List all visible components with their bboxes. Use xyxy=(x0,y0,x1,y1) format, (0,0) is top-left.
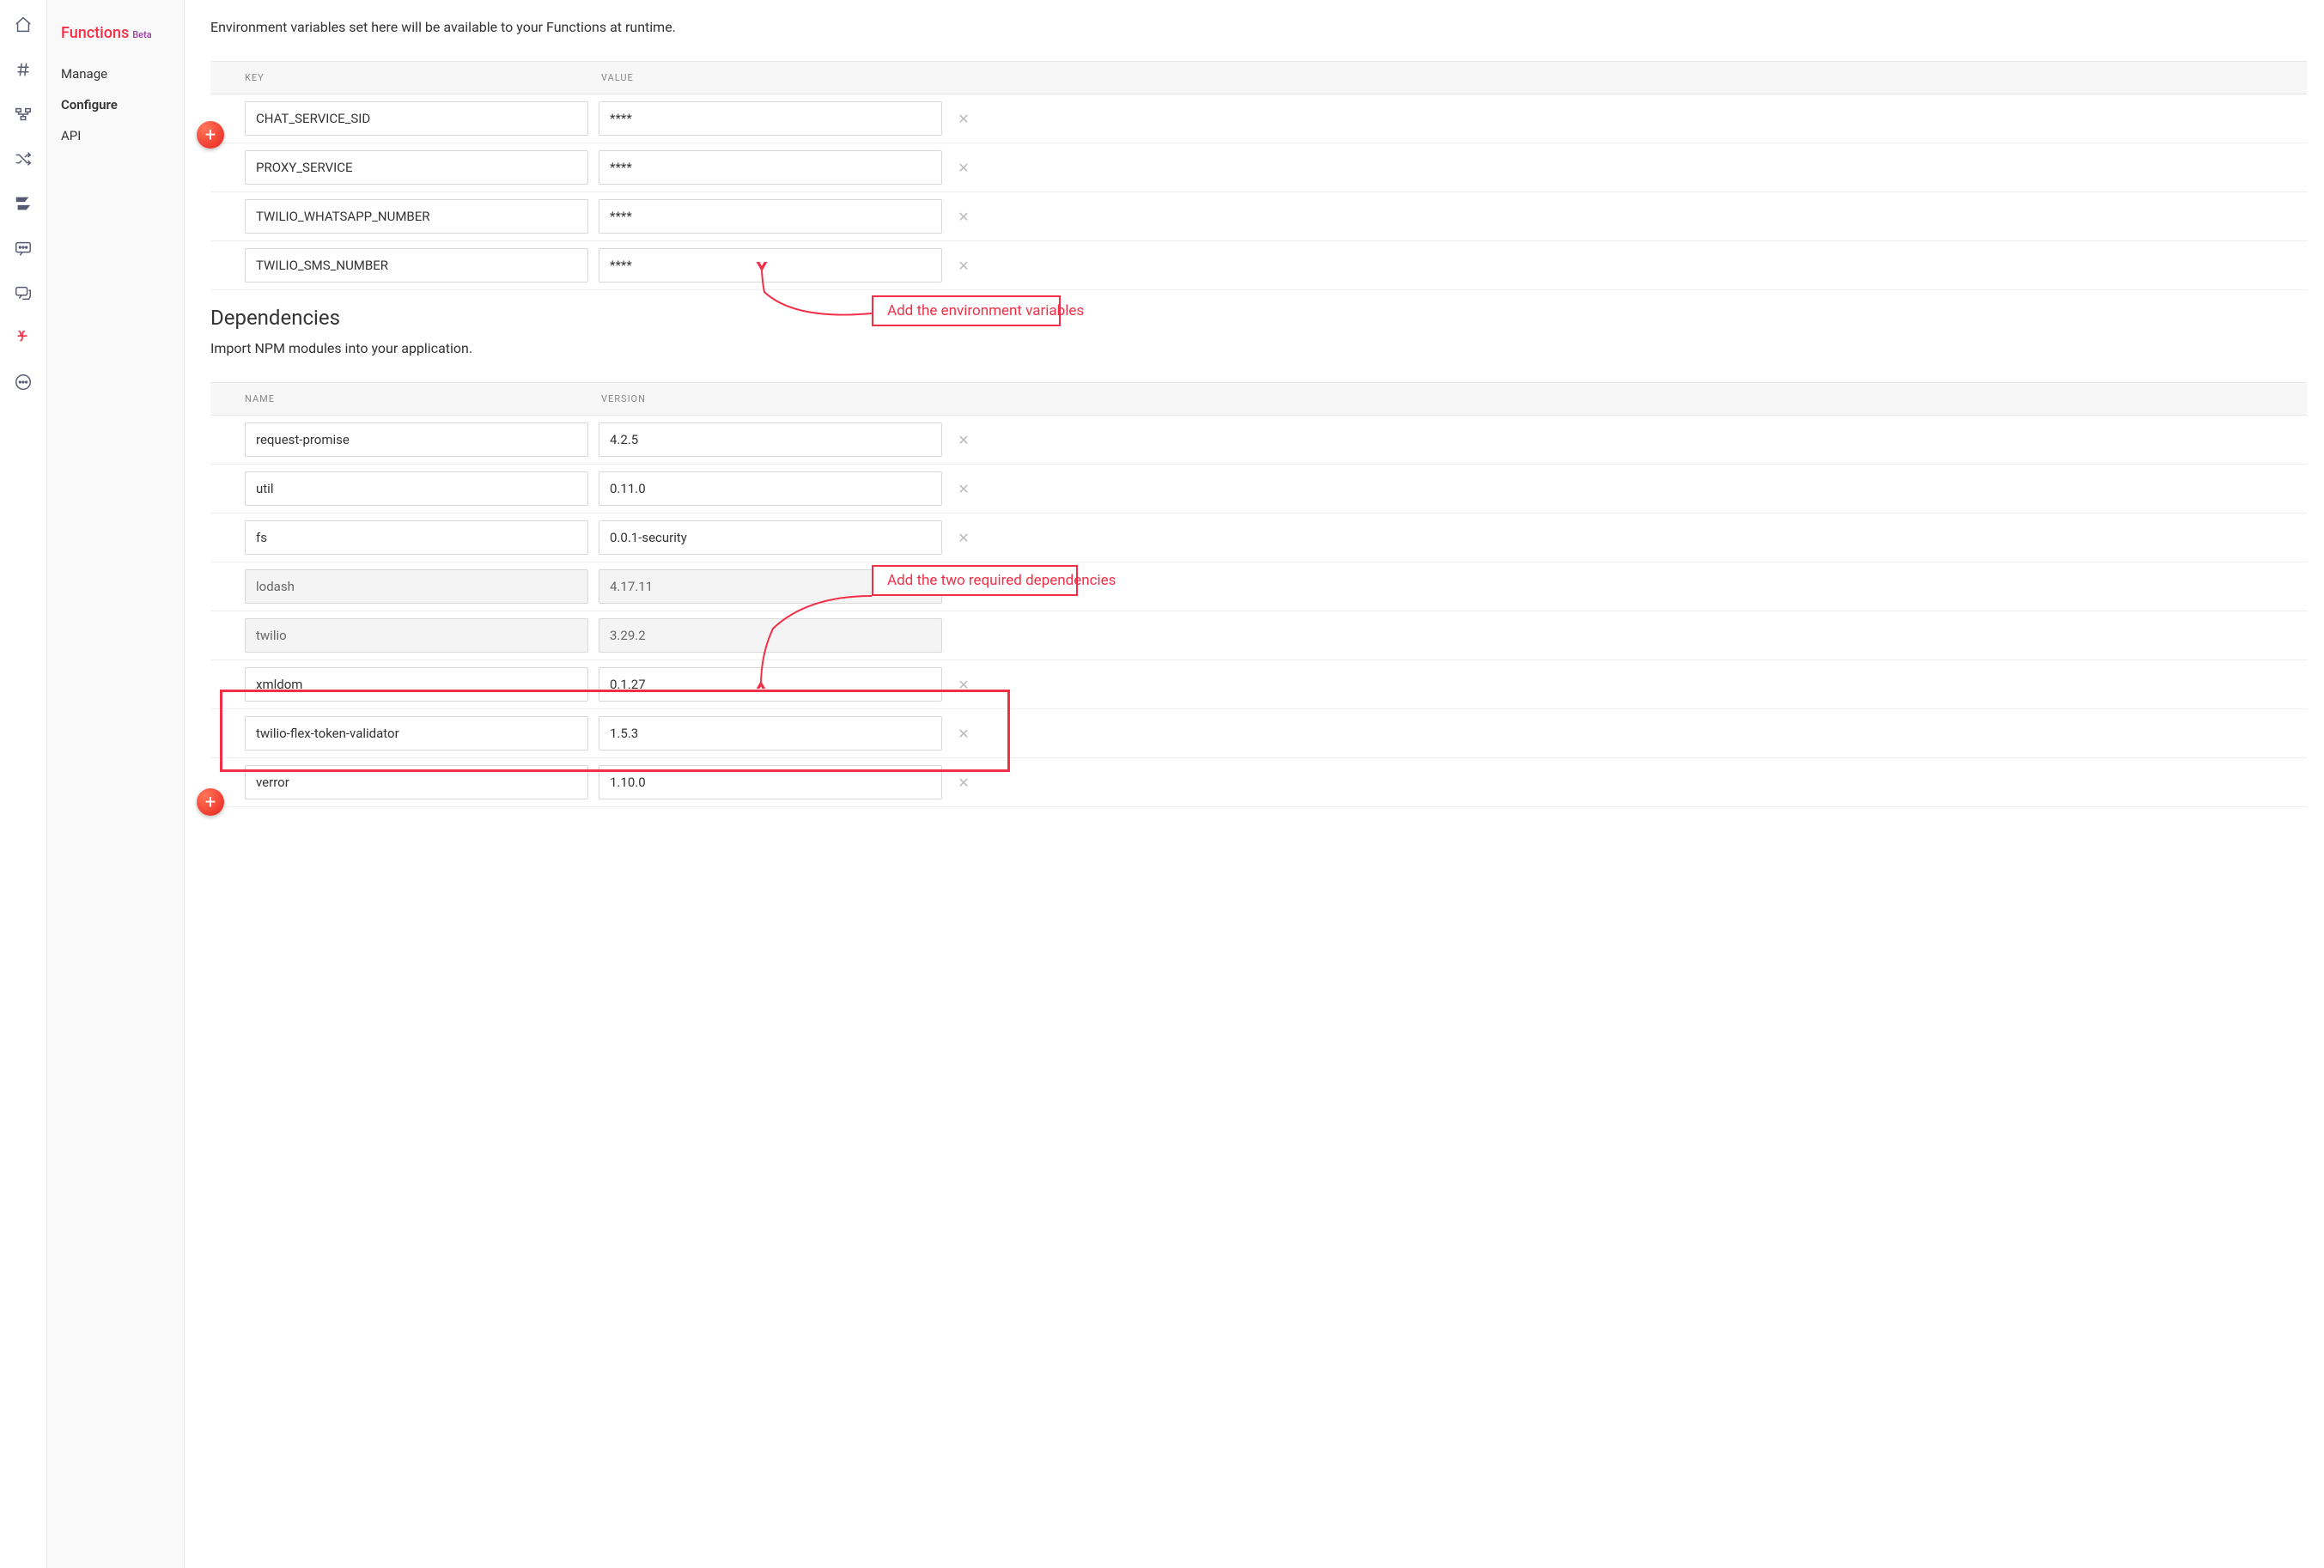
dep-name-input[interactable] xyxy=(245,667,588,702)
env-value-input[interactable] xyxy=(599,101,942,136)
deps-header-version: VERSION xyxy=(601,393,646,404)
env-table-header: KEY VALUE xyxy=(210,61,2307,94)
delete-dep-button[interactable]: ✕ xyxy=(952,481,975,497)
deps-table-header: NAME VERSION xyxy=(210,382,2307,416)
dep-version-input[interactable] xyxy=(599,716,942,751)
functions-icon[interactable] xyxy=(14,328,33,347)
dep-name-input[interactable] xyxy=(245,422,588,457)
delete-dep-button[interactable]: ✕ xyxy=(952,775,975,791)
env-key-input[interactable] xyxy=(245,150,588,185)
icon-sidebar xyxy=(0,0,47,1568)
dep-name-input[interactable] xyxy=(245,716,588,751)
dep-row: ✕ xyxy=(210,465,2307,514)
delete-dep-button[interactable]: ✕ xyxy=(952,432,975,448)
sidebar-beta-badge: Beta xyxy=(132,29,151,40)
env-key-input[interactable] xyxy=(245,101,588,136)
annotation-deps: Add the two required dependencies xyxy=(872,565,1078,596)
env-row: ✕ xyxy=(210,241,2307,290)
dep-row: ✕ xyxy=(210,611,2307,660)
env-value-input[interactable] xyxy=(599,199,942,234)
env-table: + KEY VALUE ✕✕✕✕ xyxy=(210,61,2307,290)
flex-icon[interactable] xyxy=(14,194,33,213)
sidebar-item-configure[interactable]: Configure xyxy=(61,97,184,112)
delete-env-button[interactable]: ✕ xyxy=(952,111,975,127)
dep-name-input xyxy=(245,618,588,653)
deps-title: Dependencies xyxy=(210,306,2307,330)
env-value-input[interactable] xyxy=(599,248,942,283)
conversation-icon[interactable] xyxy=(14,283,33,302)
dep-version-input xyxy=(599,618,942,653)
env-row: ✕ xyxy=(210,143,2307,192)
env-key-input[interactable] xyxy=(245,248,588,283)
delete-env-button[interactable]: ✕ xyxy=(952,160,975,176)
env-key-input[interactable] xyxy=(245,199,588,234)
delete-dep-button[interactable]: ✕ xyxy=(952,530,975,546)
dep-name-input xyxy=(245,569,588,604)
delete-env-button[interactable]: ✕ xyxy=(952,209,975,225)
annotation-env: Add the environment variables xyxy=(872,295,1061,326)
dep-row: ✕ xyxy=(210,514,2307,562)
dep-version-input[interactable] xyxy=(599,471,942,506)
sidebar-title: Functions Beta xyxy=(61,24,184,42)
shuffle-icon[interactable] xyxy=(14,149,33,168)
dep-version-input[interactable] xyxy=(599,520,942,555)
deps-table: + NAME VERSION ✕✕✕✕✕✕✕✕ xyxy=(210,382,2307,807)
dep-row: ✕ xyxy=(210,416,2307,465)
delete-dep-button[interactable]: ✕ xyxy=(952,677,975,693)
dep-row: ✕ xyxy=(210,660,2307,709)
chat-icon[interactable] xyxy=(14,239,33,258)
sidebar-item-api[interactable]: API xyxy=(61,128,184,143)
more-icon[interactable] xyxy=(14,373,33,392)
sidebar-title-text: Functions xyxy=(61,24,129,42)
env-row: ✕ xyxy=(210,192,2307,241)
env-row: ✕ xyxy=(210,94,2307,143)
dep-name-input[interactable] xyxy=(245,471,588,506)
sidebar-item-manage[interactable]: Manage xyxy=(61,66,184,82)
dep-version-input[interactable] xyxy=(599,667,942,702)
dep-version-input[interactable] xyxy=(599,765,942,799)
dep-version-input[interactable] xyxy=(599,422,942,457)
dep-name-input[interactable] xyxy=(245,765,588,799)
dep-name-input[interactable] xyxy=(245,520,588,555)
env-description: Environment variables set here will be a… xyxy=(210,19,2307,35)
sidebar: Functions Beta Manage Configure API xyxy=(47,0,185,1568)
delete-env-button[interactable]: ✕ xyxy=(952,258,975,274)
deps-description: Import NPM modules into your application… xyxy=(210,340,2307,356)
hash-icon[interactable] xyxy=(14,60,33,79)
dep-row: ✕ xyxy=(210,709,2307,758)
env-value-input[interactable] xyxy=(599,150,942,185)
env-header-value: VALUE xyxy=(601,72,634,83)
deps-header-name: NAME xyxy=(245,393,601,404)
add-dep-button[interactable]: + xyxy=(197,788,224,816)
dep-row: ✕ xyxy=(210,758,2307,807)
delete-dep-button[interactable]: ✕ xyxy=(952,726,975,742)
env-header-key: KEY xyxy=(245,72,601,83)
studio-icon[interactable] xyxy=(14,105,33,124)
add-env-button[interactable]: + xyxy=(197,121,224,149)
home-icon[interactable] xyxy=(14,15,33,34)
main-content: Environment variables set here will be a… xyxy=(185,0,2324,1568)
dep-row: ✕ xyxy=(210,562,2307,611)
